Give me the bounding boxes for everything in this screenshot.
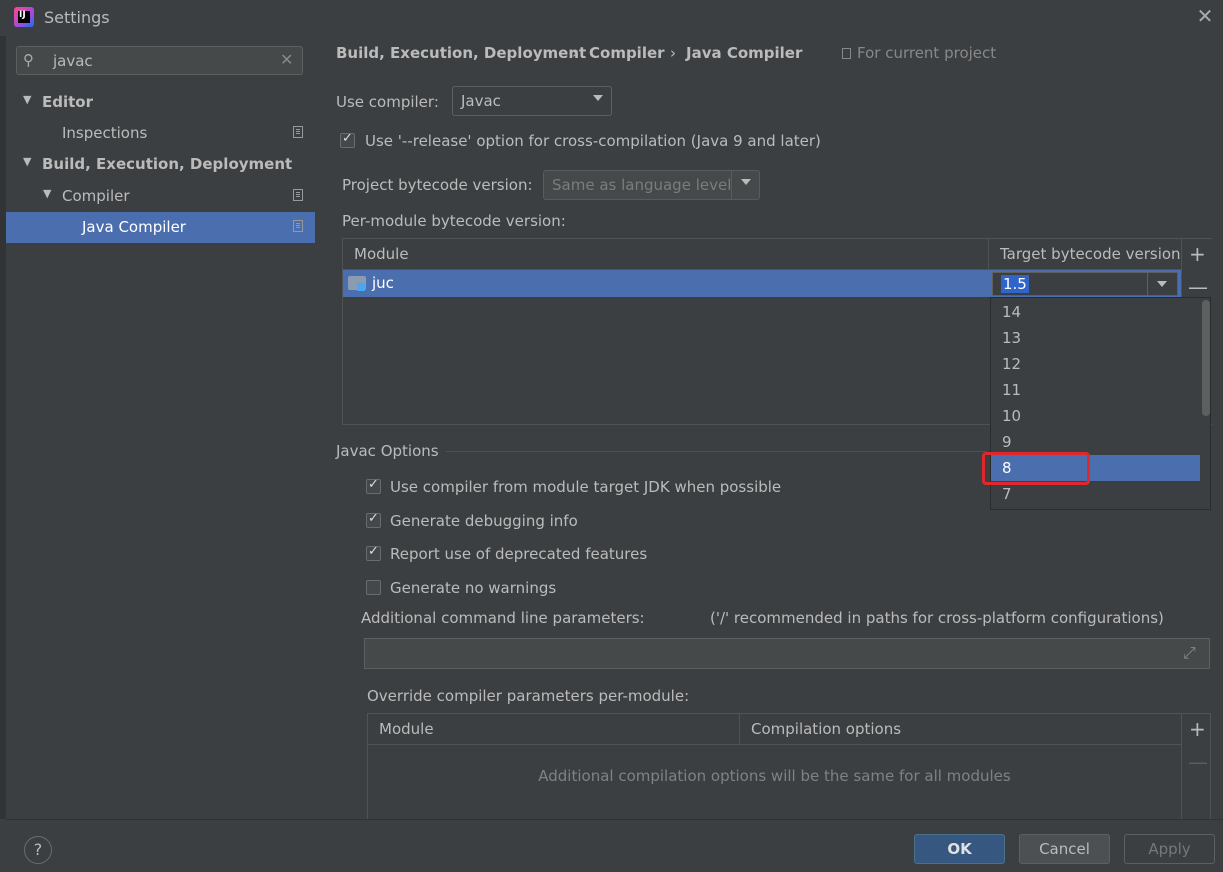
release-option-label: Use '--release' option for cross-compila…	[365, 132, 821, 150]
project-bytecode-combo[interactable]: Same as language level	[543, 170, 760, 200]
tree-item-label: Build, Execution, Deployment	[42, 155, 293, 173]
option-label: 14	[1002, 303, 1022, 321]
debug-info-label: Generate debugging info	[390, 512, 578, 530]
scrollbar-thumb[interactable]	[1202, 300, 1210, 416]
tree-item-label: Inspections	[62, 124, 148, 142]
deprecated-label: Report use of deprecated features	[390, 545, 648, 563]
help-button[interactable]: ?	[24, 836, 52, 864]
dropdown-option[interactable]: 11	[991, 377, 1200, 403]
additional-params-input[interactable]: ⤢	[364, 638, 1210, 669]
tree-item-inspections[interactable]: Inspections	[6, 118, 315, 149]
chevron-down-icon	[1157, 281, 1167, 287]
javac-options-title: Javac Options	[336, 442, 439, 460]
project-bytecode-label: Project bytecode version:	[342, 176, 533, 194]
chevron-down-icon	[741, 179, 751, 185]
combo-divider	[1147, 273, 1148, 295]
expand-arrow-icon[interactable]: ▼	[23, 93, 31, 106]
tree-item-label: Compiler	[62, 187, 130, 205]
title-bar	[0, 0, 1223, 36]
column-header-module[interactable]: Module	[379, 720, 434, 738]
no-warnings-checkbox[interactable]	[366, 580, 381, 595]
additional-params-hint: ('/' recommended in paths for cross-plat…	[710, 609, 1164, 627]
combo-divider	[731, 171, 732, 199]
search-value: javac	[53, 52, 93, 70]
module-folder-icon	[348, 276, 366, 291]
option-label: 9	[1002, 433, 1012, 451]
for-current-project-label: For current project	[857, 44, 997, 62]
option-label: 11	[1002, 381, 1022, 399]
deprecated-checkbox[interactable]	[366, 544, 381, 561]
column-divider	[739, 714, 740, 744]
override-empty-text: Additional compilation options will be t…	[538, 767, 1011, 785]
option-label: 7	[1002, 485, 1012, 503]
project-scope-icon	[293, 126, 303, 138]
highlight-annotation	[982, 452, 1090, 485]
column-divider	[988, 239, 989, 269]
dropdown-option[interactable]: 14	[991, 299, 1200, 325]
chevron-down-icon	[593, 95, 603, 101]
project-bytecode-value: Same as language level	[552, 176, 732, 194]
additional-params-label: Additional command line parameters:	[361, 609, 645, 627]
column-header-compilation-options[interactable]: Compilation options	[751, 720, 901, 738]
project-scope-icon	[293, 220, 303, 232]
option-label: 12	[1002, 355, 1022, 373]
version-value: 1.5	[1001, 275, 1029, 293]
remove-icon: —	[1188, 750, 1208, 774]
use-module-jdk-checkbox[interactable]	[366, 477, 381, 494]
add-icon[interactable]: +	[1189, 242, 1206, 266]
clear-search-icon[interactable]: ✕	[280, 50, 293, 69]
ok-button[interactable]: OK	[914, 834, 1005, 864]
breadcrumb-separator: ›	[572, 44, 578, 62]
cancel-button[interactable]: Cancel	[1019, 834, 1110, 864]
option-label: 13	[1002, 329, 1022, 347]
release-option-checkbox[interactable]	[340, 131, 355, 148]
tree-item-java-compiler[interactable]: Java Compiler	[6, 212, 315, 243]
dropdown-option[interactable]: 12	[991, 351, 1200, 377]
debug-info-checkbox[interactable]	[366, 511, 381, 528]
breadcrumb-separator: ›	[670, 44, 676, 62]
option-label: 10	[1002, 407, 1022, 425]
expand-arrow-icon[interactable]: ▼	[23, 155, 31, 168]
search-input[interactable]: ⚲ javac ✕	[16, 46, 303, 75]
per-module-label: Per-module bytecode version:	[342, 212, 566, 230]
dropdown-option[interactable]: 10	[991, 403, 1200, 429]
tree-item-label: Editor	[42, 93, 93, 111]
section-separator	[446, 451, 986, 452]
search-icon: ⚲	[23, 51, 34, 69]
no-warnings-label: Generate no warnings	[390, 579, 557, 597]
expand-arrow-icon[interactable]: ▼	[43, 187, 51, 200]
tree-item-label: Java Compiler	[82, 218, 186, 236]
override-label: Override compiler parameters per-module:	[367, 687, 690, 705]
breadcrumb-java-compiler: Java Compiler	[686, 44, 803, 62]
apply-button[interactable]: Apply	[1124, 834, 1215, 864]
tree-item-editor[interactable]: ▼ Editor	[6, 87, 315, 118]
version-combo[interactable]: 1.5	[992, 272, 1178, 296]
column-header-target-version[interactable]: Target bytecode version	[1000, 245, 1181, 263]
for-current-project: For current project	[842, 44, 996, 62]
dropdown-option[interactable]: 13	[991, 325, 1200, 351]
breadcrumb-compiler[interactable]: Compiler	[589, 44, 665, 62]
intellij-app-icon: IJ	[14, 7, 34, 27]
window-title: Settings	[44, 8, 110, 27]
expand-icon[interactable]: ⤢	[1183, 643, 1196, 663]
remove-icon[interactable]: —	[1188, 275, 1208, 299]
close-icon[interactable]: ✕	[1195, 6, 1215, 26]
tree-item-build[interactable]: ▼ Build, Execution, Deployment	[6, 149, 315, 180]
project-scope-icon	[842, 48, 851, 59]
use-module-jdk-label: Use compiler from module target JDK when…	[390, 478, 782, 496]
project-scope-icon	[293, 189, 303, 201]
use-compiler-value: Javac	[461, 92, 501, 110]
use-compiler-combo[interactable]: Javac	[452, 86, 612, 116]
use-compiler-label: Use compiler:	[336, 93, 439, 111]
breadcrumb-build[interactable]: Build, Execution, Deployment	[336, 44, 586, 62]
tree-item-compiler[interactable]: ▼ Compiler	[6, 181, 315, 212]
module-name: juc	[372, 274, 394, 292]
column-header-module[interactable]: Module	[354, 245, 409, 263]
add-icon[interactable]: +	[1189, 717, 1206, 741]
